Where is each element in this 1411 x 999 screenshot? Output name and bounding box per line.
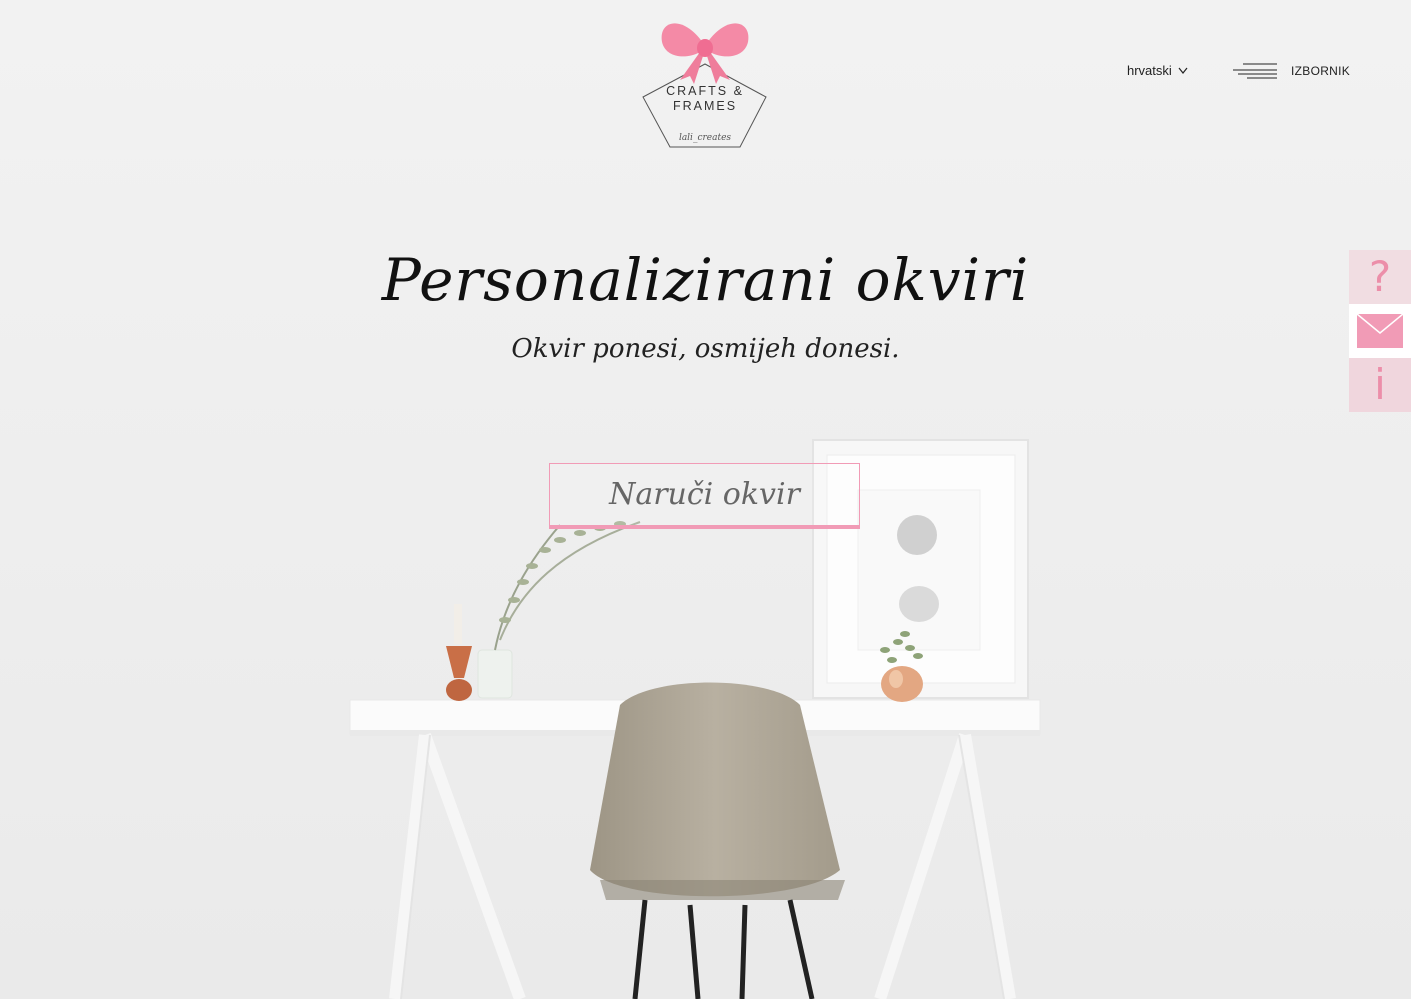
contact-button[interactable] xyxy=(1349,304,1411,358)
language-selector[interactable]: hrvatski xyxy=(1127,63,1188,78)
chevron-down-icon xyxy=(1178,67,1188,74)
menu-button[interactable]: IZBORNIK xyxy=(1233,61,1350,81)
menu-label: IZBORNIK xyxy=(1291,64,1351,78)
hero-subtitle: Okvir ponesi, osmijeh donesi. xyxy=(511,334,900,364)
help-button[interactable]: ? xyxy=(1349,250,1411,304)
side-action-bar: ? i xyxy=(1349,250,1411,412)
logo-title-line2: FRAMES xyxy=(672,99,738,113)
hamburger-icon xyxy=(1233,63,1277,79)
envelope-icon xyxy=(1356,313,1404,348)
info-button[interactable]: i xyxy=(1349,358,1411,412)
order-frame-button[interactable]: Naruči okvir xyxy=(549,463,860,529)
logo-title-line1: CRAFTS & xyxy=(666,84,744,98)
logo-signature: lali_creates xyxy=(678,133,732,143)
question-icon: ? xyxy=(1368,252,1392,301)
bow-icon xyxy=(642,23,767,148)
hero-title: Personalizirani okviri xyxy=(381,246,1030,314)
language-label: hrvatski xyxy=(1127,63,1172,78)
info-icon: i xyxy=(1374,360,1386,409)
brand-logo[interactable]: CRAFTS & FRAMES lali_creates xyxy=(640,14,770,152)
